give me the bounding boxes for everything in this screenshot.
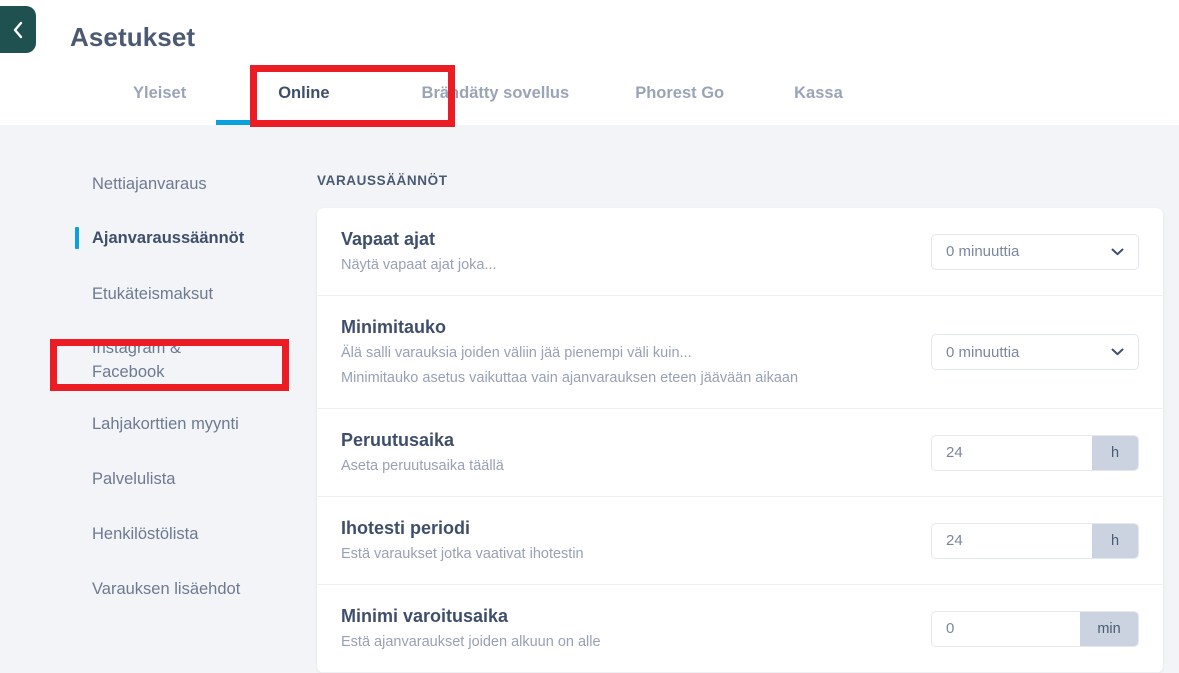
tab-phorest-go[interactable]: Phorest Go [635, 72, 724, 125]
sidebar-item-label: Lahjakorttien myynti [92, 415, 239, 433]
minimi-varoitusaika-input-group: min [931, 610, 1139, 647]
select-value: 0 minuuttia [946, 343, 1020, 361]
select-value: 0 minuuttia [946, 243, 1020, 260]
ihotesti-input[interactable] [932, 523, 1092, 558]
chevron-down-icon [1111, 348, 1124, 356]
sidebar-item-etukateismaksut[interactable]: Etukäteismaksut [0, 282, 300, 306]
sidebar-item-instagram-facebook[interactable]: Instagram & Facebook [0, 336, 200, 384]
sidebar-item-label: Instagram & Facebook [92, 339, 181, 381]
settings-main-content: VARAUSSÄÄNNÖT Vapaat ajat Näytä vapaat a… [317, 125, 1163, 673]
tab-online[interactable]: Online [216, 72, 392, 125]
row-description: Näytä vapaat ajat joka... [341, 257, 497, 273]
setting-row-vapaat-ajat: Vapaat ajat Näytä vapaat ajat joka... 0 … [317, 208, 1163, 296]
settings-sidebar: Nettiajanvaraus Ajanvaraussäännöt Etukät… [0, 125, 300, 601]
sidebar-item-label: Etukäteismaksut [92, 285, 214, 303]
back-button[interactable] [0, 6, 36, 53]
tab-brandatty-sovellus[interactable]: Brändätty sovellus [422, 72, 570, 125]
tab-label: Online [278, 84, 330, 102]
page-title: Asetukset [70, 22, 196, 52]
row-text-block: Vapaat ajat Näytä vapaat ajat joka... [341, 226, 931, 277]
setting-row-peruutusaika: Peruutusaika Aseta peruutusaika täällä h [317, 409, 1163, 497]
row-description: Aseta peruutusaika täällä [341, 458, 504, 474]
row-text-block: Ihotesti periodi Estä varaukset jotka va… [341, 515, 931, 566]
minimi-varoitusaika-input[interactable] [932, 611, 1080, 646]
row-title: Ihotesti periodi [341, 518, 471, 538]
sidebar-item-label: Ajanvaraussäännöt [92, 229, 245, 247]
tab-kassa[interactable]: Kassa [794, 72, 843, 125]
sidebar-item-palvelulista[interactable]: Palvelulista [0, 467, 300, 491]
chevron-down-icon [1111, 248, 1124, 256]
sidebar-active-indicator [75, 227, 79, 249]
page-header: Asetukset Yleiset Online Brändätty sovel… [0, 0, 1179, 125]
row-description: Estä ajanvaraukset joiden alkuun on alle [341, 634, 601, 650]
tab-label: Brändätty sovellus [421, 84, 570, 102]
tab-label: Phorest Go [635, 84, 725, 102]
vapaat-ajat-select[interactable]: 0 minuuttia [931, 233, 1139, 270]
tab-label: Yleiset [133, 84, 187, 102]
row-description: Estä varaukset jotka vaativat ihotestin [341, 546, 584, 562]
row-text-block: Peruutusaika Aseta peruutusaika täällä [341, 427, 931, 478]
row-title: Peruutusaika [341, 430, 455, 450]
sidebar-item-lahjakorttien-myynti[interactable]: Lahjakorttien myynti [0, 412, 300, 436]
sidebar-item-varauksen-lisaehdot[interactable]: Varauksen lisäehdot [0, 577, 300, 601]
tab-label: Kassa [794, 84, 843, 102]
settings-tab-bar: Yleiset Online Brändätty sovellus Phores… [0, 72, 1179, 125]
setting-row-ihotesti-periodi: Ihotesti periodi Estä varaukset jotka va… [317, 497, 1163, 585]
minimi-varoitusaika-unit: min [1080, 611, 1138, 646]
peruutusaika-unit: h [1092, 435, 1138, 470]
peruutusaika-input[interactable] [932, 435, 1092, 470]
sidebar-item-nettiajanvaraus[interactable]: Nettiajanvaraus [0, 172, 300, 196]
row-title: Minimi varoitusaika [341, 606, 509, 626]
row-description-secondary: Minimitauko asetus vaikuttaa vain ajanva… [341, 370, 799, 386]
row-description: Älä salli varauksia joiden väliin jää pi… [341, 345, 692, 361]
sidebar-item-label: Varauksen lisäehdot [92, 580, 241, 598]
sidebar-item-henkilostolista[interactable]: Henkilöstölista [0, 522, 300, 546]
sidebar-item-ajanvaraussaannot[interactable]: Ajanvaraussäännöt [0, 226, 300, 250]
setting-row-minimi-varoitusaika: Minimi varoitusaika Estä ajanvaraukset j… [317, 585, 1163, 673]
ihotesti-unit: h [1092, 523, 1138, 558]
ihotesti-input-group: h [931, 522, 1139, 559]
row-control: h [931, 434, 1139, 471]
row-text-block: Minimitauko Älä salli varauksia joiden v… [341, 314, 931, 390]
row-title: Vapaat ajat [341, 229, 436, 249]
peruutusaika-input-group: h [931, 434, 1139, 471]
page-body: Nettiajanvaraus Ajanvaraussäännöt Etukät… [0, 125, 1179, 673]
minimitauko-select[interactable]: 0 minuuttia [931, 334, 1139, 370]
setting-row-minimitauko: Minimitauko Älä salli varauksia joiden v… [317, 296, 1163, 409]
sidebar-item-label: Nettiajanvaraus [92, 175, 207, 193]
row-control: min [931, 610, 1139, 647]
chevron-left-icon [11, 20, 24, 40]
row-control: h [931, 522, 1139, 559]
row-text-block: Minimi varoitusaika Estä ajanvaraukset j… [341, 603, 931, 654]
row-title: Minimitauko [341, 317, 447, 337]
tab-yleiset[interactable]: Yleiset [133, 72, 186, 125]
row-control: 0 minuuttia [931, 334, 1139, 370]
row-control: 0 minuuttia [931, 233, 1139, 270]
booking-rules-card: Vapaat ajat Näytä vapaat ajat joka... 0 … [317, 208, 1163, 673]
sidebar-item-label: Henkilöstölista [92, 525, 199, 543]
sidebar-item-label: Palvelulista [92, 470, 176, 488]
section-title: VARAUSSÄÄNNÖT [317, 173, 448, 188]
